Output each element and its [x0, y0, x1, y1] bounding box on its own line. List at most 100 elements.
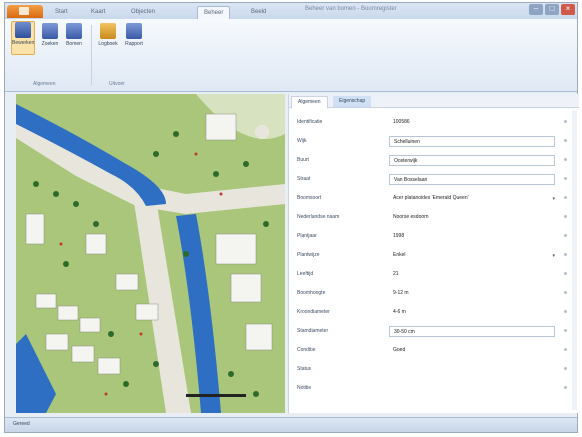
tab-start[interactable]: Start [49, 6, 74, 19]
ribbon-group-label: Algemeen [33, 81, 56, 87]
property-label: Notitie [297, 385, 312, 391]
tree-icon [66, 23, 82, 39]
tab-objecten[interactable]: Objecten [125, 6, 161, 19]
minimize-button[interactable]: – [529, 4, 543, 15]
property-value-field[interactable]: Acer platanoides 'Emerald Queen' [389, 193, 555, 204]
property-value-field[interactable]: Goed [389, 345, 555, 356]
property-value-field[interactable]: 100586 [389, 117, 555, 128]
property-label: Nederlandse naam [297, 214, 340, 220]
property-value-field[interactable]: 21 [389, 269, 555, 280]
properties-panel: Algemeen Eigenschap Identificatie 100586 W… [288, 94, 579, 413]
property-row: Boomsoort Acer platanoides 'Emerald Queen… [297, 190, 569, 208]
property-row: Kroondiameter 4-6 m [297, 304, 569, 322]
tab-eigenschap[interactable]: Eigenschap [333, 96, 372, 107]
property-row: Straat Van Bosselaan [297, 171, 569, 189]
ribbon-separator [91, 25, 92, 85]
property-row: Notitie [297, 380, 569, 398]
row-indicator [564, 348, 567, 351]
property-label: Stamdiameter [297, 328, 329, 334]
ribbon-button-label: Zoeken [41, 41, 59, 47]
property-row: Nederlandse naam Noorse esdoorn [297, 209, 569, 227]
row-indicator [564, 158, 567, 161]
property-value-field[interactable]: Oosterwijk [389, 155, 555, 166]
property-value-field[interactable]: 30-50 cm [389, 326, 555, 337]
row-indicator [564, 310, 567, 313]
ribbon-button-label: Bomen [66, 41, 82, 47]
property-row: Boomhoogte 9-12 m [297, 285, 569, 303]
ribbon-button-rapport[interactable]: Rapport [123, 23, 145, 47]
ribbon-button-label: Logboek [98, 41, 118, 47]
row-indicator [564, 367, 567, 370]
row-indicator [564, 272, 567, 275]
edit-icon [15, 22, 31, 38]
property-label: Wijk [297, 138, 307, 144]
ribbon-button-bewerken[interactable]: Bewerken [11, 21, 35, 55]
property-row: Identificatie 100586 [297, 114, 569, 132]
tab-algemeen[interactable]: Algemeen [291, 96, 328, 109]
row-indicator [564, 215, 567, 218]
property-label: Plantjaar [297, 233, 317, 239]
property-value-field[interactable]: 4-6 m [389, 307, 555, 318]
close-button[interactable]: × [561, 4, 575, 15]
property-label: Plantwijze [297, 252, 320, 258]
property-row: Buurt Oosterwijk [297, 152, 569, 170]
ribbon-group-label: Uitvoer [109, 81, 125, 87]
maximize-button[interactable]: □ [545, 4, 559, 15]
ribbon-button-zoeken[interactable]: Zoeken [39, 23, 61, 47]
property-row: Stamdiameter 30-50 cm [297, 323, 569, 341]
property-value-field[interactable]: 9-12 m [389, 288, 555, 299]
property-value-field[interactable]: Van Bosselaan [389, 174, 555, 185]
ribbon-button-label: Rapport [125, 41, 143, 47]
window-title: Beheer van bomen - Boomregister [305, 6, 397, 12]
search-icon [42, 23, 58, 39]
row-indicator [564, 196, 567, 199]
row-indicator [564, 234, 567, 237]
chevron-down-icon[interactable]: ▾ [552, 253, 555, 259]
property-label: Identificatie [297, 119, 323, 125]
row-indicator [564, 291, 567, 294]
property-row: Conditie Goed [297, 342, 569, 360]
property-value-field[interactable]: Noorse esdoorn [389, 212, 555, 223]
property-value-field[interactable] [389, 364, 555, 375]
property-row: Plantwijze Enkel ▾ [297, 247, 569, 265]
property-row: Wijk Schelluinen [297, 133, 569, 151]
property-label: Buurt [297, 157, 309, 163]
row-indicator [564, 386, 567, 389]
book-icon [100, 23, 116, 39]
property-value-field[interactable]: Enkel [389, 250, 555, 261]
panel-tabs: Algemeen Eigenschap [289, 94, 579, 109]
property-value-field[interactable]: 1998 [389, 231, 555, 242]
report-icon [126, 23, 142, 39]
property-label: Kroondiameter [297, 309, 330, 315]
property-label: Leeftijd [297, 271, 314, 277]
property-value-field[interactable] [389, 383, 555, 394]
application-menu-button[interactable] [7, 5, 43, 18]
property-row: Leeftijd 21 [297, 266, 569, 284]
app-icon [19, 7, 29, 15]
property-label: Status [297, 366, 312, 372]
chevron-down-icon[interactable]: ▾ [552, 196, 555, 202]
title-bar: Start Kaart Objecten Beheer Beeld Beheer… [5, 3, 577, 20]
ribbon-button-logboek[interactable]: Logboek [97, 23, 119, 47]
status-text: Gereed [13, 421, 30, 427]
ribbon-button-bomen[interactable]: Bomen [63, 23, 85, 47]
property-label: Boomhoogte [297, 290, 326, 296]
tab-beheer[interactable]: Beheer [197, 6, 231, 20]
property-value-field[interactable]: Schelluinen [389, 136, 555, 147]
property-label: Straat [297, 176, 311, 182]
map-canvas [16, 94, 285, 413]
row-indicator [564, 253, 567, 256]
row-indicator [564, 329, 567, 332]
app-window: Start Kaart Objecten Beheer Beeld Beheer… [4, 2, 579, 433]
tab-beeld[interactable]: Beeld [245, 6, 272, 19]
row-indicator [564, 139, 567, 142]
ribbon: Bewerken Zoeken Bomen Logboek Rapport Al… [5, 19, 577, 92]
panel-scrollbar[interactable] [572, 110, 577, 410]
status-bar: Gereed [5, 417, 577, 432]
tab-kaart[interactable]: Kaart [85, 6, 111, 19]
property-row: Status [297, 361, 569, 379]
map-view[interactable] [16, 94, 285, 413]
property-label: Boomsoort [297, 195, 322, 201]
ribbon-button-label: Bewerken [12, 40, 35, 46]
property-row: Plantjaar 1998 [297, 228, 569, 246]
